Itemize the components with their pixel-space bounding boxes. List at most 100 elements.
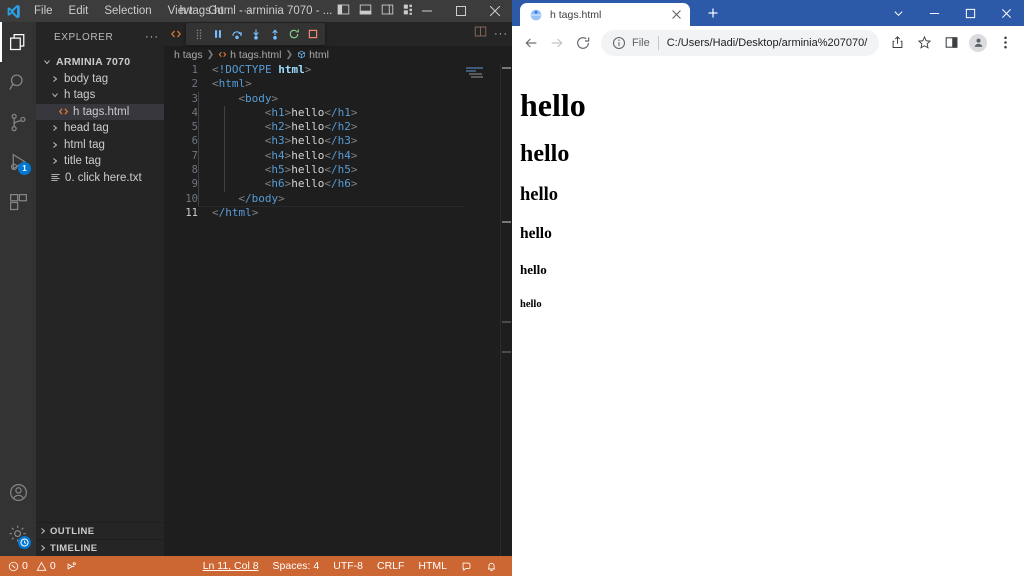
- browser-tab[interactable]: h tags.html: [520, 3, 690, 26]
- tree-folder-item[interactable]: title tag: [36, 153, 164, 170]
- toggle-secondary-sidebar-icon[interactable]: [381, 3, 394, 19]
- globe-icon: [529, 8, 543, 22]
- toggle-primary-sidebar-icon[interactable]: [337, 3, 350, 19]
- current-line-highlight: [198, 206, 464, 207]
- line-number: 1: [191, 64, 198, 76]
- language-mode[interactable]: HTML: [411, 556, 454, 576]
- drag-handle-icon[interactable]: [190, 25, 207, 44]
- code-line[interactable]: 9 <h6>hello</h6>: [164, 177, 512, 192]
- sidebar-item-extensions[interactable]: [0, 182, 36, 222]
- code-line[interactable]: 4 <h1>hello</h1>: [164, 105, 512, 121]
- breadcrumb-file[interactable]: h tags.html: [218, 49, 282, 61]
- breadcrumb-folder[interactable]: h tags: [174, 49, 203, 61]
- clock-badge: [18, 536, 31, 549]
- vscode-window: File Edit Selection View Go ··· h tags.h…: [0, 0, 512, 576]
- gear-icon[interactable]: [0, 512, 36, 556]
- status-badge-problems[interactable]: 0 0: [8, 560, 56, 572]
- line-ending[interactable]: CRLF: [370, 556, 411, 576]
- person-icon: [969, 33, 987, 52]
- editor-more-actions[interactable]: ···: [494, 28, 508, 40]
- line-number: 6: [191, 135, 198, 148]
- line-content: </body>: [198, 191, 285, 206]
- overview-ruler[interactable]: [500, 63, 512, 556]
- code-line[interactable]: 8 <h5>hello</h5>: [164, 163, 512, 178]
- warning-count: 0: [49, 560, 56, 572]
- cursor-position[interactable]: Ln 11, Col 8: [196, 556, 266, 576]
- outline-section[interactable]: OUTLINE: [36, 522, 164, 539]
- file-tree: ARMINIA 7070 body tag h tags h tags.html hea…: [36, 52, 164, 522]
- toggle-panel-icon[interactable]: [359, 3, 372, 19]
- minimize-icon[interactable]: [916, 0, 952, 26]
- remote-ports-icon[interactable]: [66, 561, 77, 572]
- sidebar-item-explorer[interactable]: [0, 22, 36, 62]
- html-file-icon: [56, 106, 71, 117]
- tree-item-label: h tags: [64, 89, 96, 102]
- code-line[interactable]: 6 <h3>hello</h3>: [164, 134, 512, 149]
- feedback-icon[interactable]: [454, 556, 479, 576]
- code-line[interactable]: 11 </html>: [164, 206, 512, 220]
- encoding[interactable]: UTF-8: [326, 556, 370, 576]
- tree-folder-item[interactable]: html tag: [36, 137, 164, 154]
- heading-h3: hello: [520, 185, 559, 205]
- tree-folder-item[interactable]: head tag: [36, 120, 164, 137]
- line-content: <h6>hello</h6>: [198, 177, 358, 192]
- restart-icon[interactable]: [285, 25, 302, 44]
- share-icon[interactable]: [884, 30, 910, 56]
- minimize-icon[interactable]: [410, 0, 444, 22]
- breadcrumb-symbol[interactable]: html: [297, 49, 329, 61]
- maximize-icon[interactable]: [444, 0, 478, 22]
- line-number: 9: [191, 178, 198, 191]
- avatar[interactable]: [965, 30, 991, 56]
- code-editor[interactable]: 1 <!DOCTYPE html> 2 <html> 3 <body> 4 <h1>hello…: [164, 63, 512, 556]
- maximize-icon[interactable]: [952, 0, 988, 26]
- close-icon[interactable]: [669, 7, 684, 22]
- timeline-section[interactable]: TIMELINE: [36, 539, 164, 556]
- code-line[interactable]: 7 <h4>hello</h4>: [164, 148, 512, 164]
- side-panel-icon[interactable]: [938, 30, 964, 56]
- explorer-more-actions[interactable]: ···: [145, 31, 159, 43]
- chevron-down-icon[interactable]: [880, 0, 916, 26]
- sidebar-item-source-control[interactable]: [0, 102, 36, 142]
- code-line[interactable]: 1 <!DOCTYPE html>: [164, 63, 512, 77]
- tree-folder-item[interactable]: h tags: [36, 87, 164, 104]
- tree-file-item[interactable]: 0. click here.txt: [36, 170, 164, 187]
- step-into-icon[interactable]: [247, 25, 264, 44]
- stop-icon[interactable]: [304, 25, 321, 44]
- pause-icon[interactable]: [209, 25, 226, 44]
- code-line[interactable]: 5 <h2>hello</h2>: [164, 120, 512, 135]
- three-dot-menu-icon[interactable]: [992, 30, 1018, 56]
- close-icon[interactable]: [988, 0, 1024, 26]
- menu-selection[interactable]: Selection: [96, 3, 159, 19]
- step-out-icon[interactable]: [266, 25, 283, 44]
- code-line[interactable]: 3 <body>: [164, 91, 512, 106]
- line-number: 7: [191, 149, 198, 162]
- tree-file-item[interactable]: h tags.html: [36, 103, 164, 120]
- indentation[interactable]: Spaces: 4: [266, 556, 327, 576]
- back-button[interactable]: [518, 30, 544, 56]
- url-text[interactable]: C:/Users/Hadi/Desktop/arminia%207070/h%2…: [667, 37, 868, 49]
- address-bar[interactable]: File C:/Users/Hadi/Desktop/arminia%20707…: [601, 29, 879, 56]
- star-icon[interactable]: [911, 30, 937, 56]
- html-file-icon: [218, 49, 227, 61]
- minimap[interactable]: [464, 63, 500, 556]
- new-tab-button[interactable]: [702, 3, 724, 23]
- timeline-label: TIMELINE: [50, 542, 98, 554]
- step-over-icon[interactable]: [228, 25, 245, 44]
- tree-folder-item[interactable]: body tag: [36, 71, 164, 88]
- close-icon[interactable]: [478, 0, 512, 22]
- forward-button[interactable]: [544, 30, 570, 56]
- sidebar-item-run-and-debug[interactable]: 1: [0, 142, 36, 182]
- chevron-right-icon: [36, 527, 50, 535]
- sidebar-item-search[interactable]: [0, 62, 36, 102]
- bell-icon[interactable]: [479, 556, 504, 576]
- tree-root[interactable]: ARMINIA 7070: [36, 54, 164, 71]
- code-line[interactable]: 10 </body>: [164, 191, 512, 206]
- info-circle-icon[interactable]: [612, 36, 626, 50]
- code-line[interactable]: 2 <html>: [164, 77, 512, 91]
- split-editor-icon[interactable]: [474, 25, 487, 43]
- reload-button[interactable]: [570, 30, 596, 56]
- menu-edit[interactable]: Edit: [61, 3, 97, 19]
- activity-bar: 1: [0, 22, 36, 556]
- menu-file[interactable]: File: [26, 3, 61, 19]
- accounts-icon[interactable]: [0, 472, 36, 512]
